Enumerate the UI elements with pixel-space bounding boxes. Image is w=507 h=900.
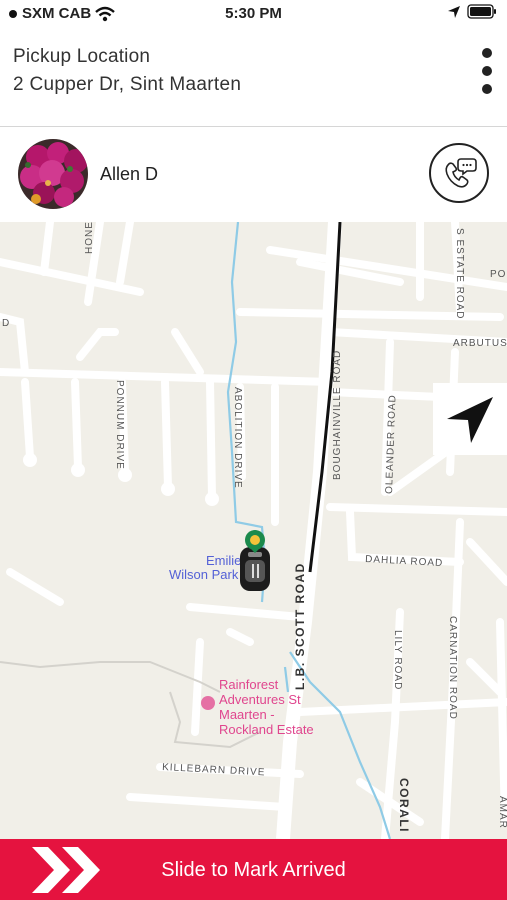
street-label-arbutus: ARBUTUS <box>453 338 507 349</box>
more-options-icon[interactable] <box>477 48 497 94</box>
park-label-line2: Wilson Park <box>169 567 239 582</box>
street-label-abolition: ABOLITION DRIVE <box>232 387 243 489</box>
street-label-s-estate: S ESTATE ROAD <box>454 228 465 320</box>
street-label-honey: HONE <box>84 222 95 254</box>
street-label-oleander: OLEANDER ROAD <box>384 394 398 494</box>
pickup-location-label: Pickup Location <box>13 46 151 67</box>
street-label-lily: LILY ROAD <box>392 630 403 690</box>
navigation-arrow-icon <box>447 397 493 443</box>
poi-label-line3: Maarten - <box>219 707 275 722</box>
status-time: 5:30 PM <box>225 5 282 22</box>
street-label-killebarn: KILLEBARN DRIVE <box>162 762 266 778</box>
car-icon <box>240 547 270 591</box>
poi-label-line2: Adventures St <box>219 692 301 707</box>
poi-label-line4: Rockland Estate <box>219 722 314 737</box>
pickup-address: 2 Cupper Dr, Sint Maarten <box>13 74 242 95</box>
street-label-po: PO <box>490 269 506 280</box>
battery-icon <box>467 4 496 19</box>
street-label-corali: CORALI <box>397 778 411 833</box>
street-label-lb-scott: L.B. SCOTT ROAD <box>293 562 307 690</box>
street-label-d: D <box>2 318 10 329</box>
slide-to-arrive-bar[interactable]: Slide to Mark Arrived <box>0 839 507 900</box>
recenter-button[interactable] <box>433 383 507 455</box>
slider-label: Slide to Mark Arrived <box>161 859 346 881</box>
street-label-dahlia: DAHLIA ROAD <box>365 554 444 569</box>
street-label-ponnum: PONNUM DRIVE <box>114 380 125 470</box>
location-arrow-icon <box>448 5 460 18</box>
park-label-line1: Emilie <box>206 553 241 568</box>
phone-chat-icon <box>445 158 477 188</box>
map-view[interactable]: HONE S ESTATE ROAD PO ARBUTUS D PONNUM D… <box>0 222 507 839</box>
call-button[interactable] <box>429 143 489 203</box>
poi-label-line1: Rainforest <box>219 677 279 692</box>
street-label-carnation: CARNATION ROAD <box>447 616 458 720</box>
driver-info: Allen D <box>0 127 507 222</box>
pickup-header: Pickup Location 2 Cupper Dr, Sint Maarte… <box>0 28 507 127</box>
avatar <box>18 139 88 209</box>
map-canvas[interactable]: HONE S ESTATE ROAD PO ARBUTUS D PONNUM D… <box>0 222 507 839</box>
street-label-amar: AMAR <box>497 796 507 829</box>
street-label-boughainville: BOUGHAINVILLE ROAD <box>332 350 343 480</box>
driver-name: Allen D <box>100 164 159 184</box>
status-bar: SXM CAB 5:30 PM <box>0 0 507 28</box>
poi-marker-icon[interactable] <box>201 696 215 710</box>
